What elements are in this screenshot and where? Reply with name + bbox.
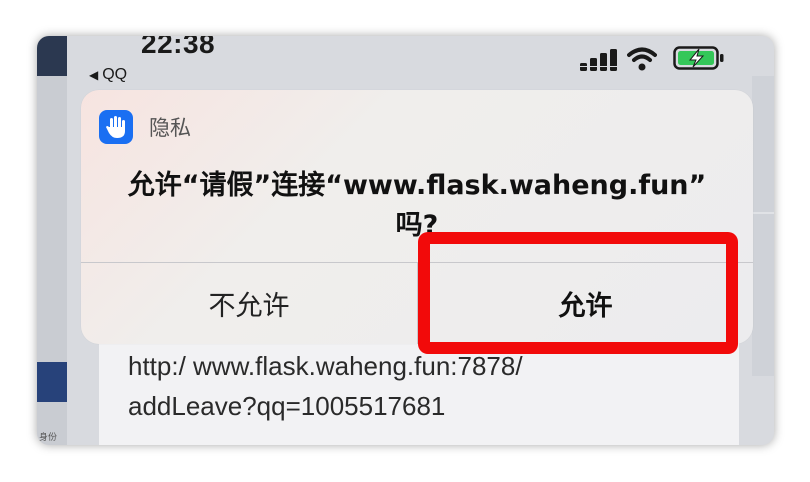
alert-source-label: 隐私 xyxy=(149,116,191,140)
alert-message-line-1: 允许“请假”连接“www.flask.waheng.fun” xyxy=(127,170,707,201)
back-to-app-button[interactable]: ◀ QQ xyxy=(89,66,127,84)
deny-button[interactable]: 不允许 xyxy=(81,263,417,344)
url-text: http:/ www.flask.waheng.fun:7878/ addLea… xyxy=(128,346,648,426)
back-app-label: QQ xyxy=(102,66,128,83)
url-line-2: addLeave?qq=1005517681 xyxy=(128,391,446,421)
background-left-blue-block xyxy=(37,362,67,402)
background-right-divider xyxy=(752,212,774,214)
cellular-signal-icon xyxy=(580,49,617,71)
background-left-dark-block xyxy=(37,36,67,76)
back-arrow-icon: ◀ xyxy=(89,68,99,82)
background-right-strip xyxy=(752,76,774,376)
background-left-text: 身份 xyxy=(39,433,58,443)
alert-header: 隐私 xyxy=(99,110,191,144)
privacy-hand-icon xyxy=(99,110,133,144)
wifi-icon xyxy=(627,47,657,71)
status-time: 22:38 xyxy=(141,36,216,59)
battery-charging-icon xyxy=(673,46,724,70)
red-highlight-box xyxy=(418,232,738,354)
phone-screen: 身份 22:38 ◀ QQ http:/ www.flask.waheng.fun… xyxy=(37,36,774,445)
